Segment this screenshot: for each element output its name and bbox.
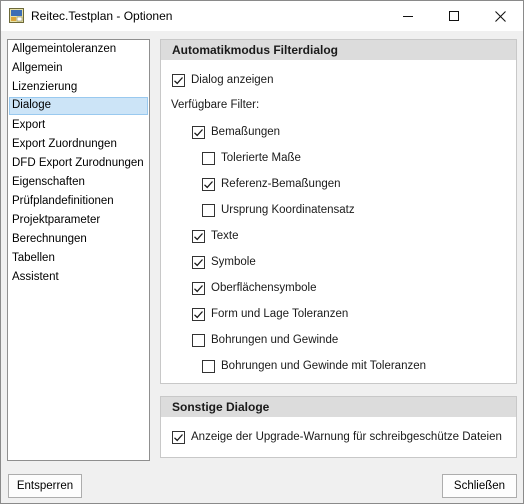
filter-dialog-group-title: Automatikmodus Filterdialog	[161, 40, 516, 60]
checkmark-icon	[204, 180, 213, 188]
sidebar-item-export-zuordnungen[interactable]: Export Zuordnungen	[9, 136, 148, 154]
checkbox-box[interactable]	[192, 125, 205, 139]
filter-label: Bohrungen und Gewinde mit Toleranzen	[221, 360, 427, 372]
sidebar-item-assistent[interactable]: Assistent	[9, 269, 148, 287]
filter-label: Bohrungen und Gewinde	[211, 334, 339, 346]
checkbox-box[interactable]	[202, 203, 215, 217]
filter-checkbox-form-lage-toleranzen[interactable]: Form und Lage Toleranzen	[192, 306, 348, 322]
filter-label: Symbole	[211, 256, 256, 268]
checkmark-icon	[194, 128, 203, 136]
filter-checkbox-bohrungen-gewinde[interactable]: Bohrungen und Gewinde	[192, 332, 338, 348]
sidebar-item-lizenzierung[interactable]: Lizenzierung	[9, 79, 148, 97]
checkbox-box[interactable]	[192, 333, 205, 347]
filter-dialog-group: Automatikmodus Filterdialog Dialog anzei…	[160, 39, 517, 384]
show-dialog-label: Dialog anzeigen	[191, 74, 274, 86]
filter-label: Bemaßungen	[211, 126, 281, 138]
close-icon	[494, 10, 506, 22]
filter-checkbox-ursprung-koordinatensatz[interactable]: Ursprung Koordinatensatz	[202, 202, 355, 218]
maximize-button[interactable]	[431, 1, 477, 31]
sidebar-item-tabellen[interactable]: Tabellen	[9, 250, 148, 268]
filter-label: Texte	[211, 230, 239, 242]
maximize-icon	[449, 11, 459, 21]
checkbox-box[interactable]	[192, 229, 205, 243]
other-dialogs-group-title: Sonstige Dialoge	[161, 397, 516, 417]
sidebar-item-projektparameter[interactable]: Projektparameter	[9, 212, 148, 230]
sidebar-item-berechnungen[interactable]: Berechnungen	[9, 231, 148, 249]
close-window-button[interactable]	[477, 1, 523, 31]
checkmark-icon	[194, 310, 203, 318]
checkbox-box[interactable]	[192, 255, 205, 269]
sidebar-item-dfd-export[interactable]: DFD Export Zurodnungen	[9, 155, 148, 173]
upgrade-warning-label: Anzeige der Upgrade-Warnung für schreibg…	[191, 431, 502, 443]
sidebar-item-export[interactable]: Export	[9, 117, 148, 135]
filter-label: Ursprung Koordinatensatz	[221, 204, 355, 216]
checkbox-box[interactable]	[192, 281, 205, 295]
filter-label: Oberflächensymbole	[211, 282, 317, 294]
filter-checkbox-bemassungen[interactable]: Bemaßungen	[192, 124, 280, 140]
filter-checkbox-texte[interactable]: Texte	[192, 228, 239, 244]
checkmark-icon	[174, 76, 183, 84]
checkbox-box[interactable]	[192, 307, 205, 321]
filter-checkbox-oberflaechensymbole[interactable]: Oberflächensymbole	[192, 280, 316, 296]
checkmark-icon	[174, 433, 183, 441]
checkmark-icon	[194, 258, 203, 266]
checkbox-box[interactable]	[202, 177, 215, 191]
filter-checkbox-symbole[interactable]: Symbole	[192, 254, 256, 270]
checkmark-icon	[194, 284, 203, 292]
available-filters-label: Verfügbare Filter:	[171, 99, 260, 111]
close-button[interactable]: Schließen	[442, 474, 517, 498]
category-list[interactable]: Allgemeintoleranzen Allgemein Lizenzieru…	[7, 39, 150, 461]
other-dialogs-group: Sonstige Dialoge Anzeige der Upgrade-War…	[160, 396, 517, 458]
filter-label: Tolerierte Maße	[221, 152, 301, 164]
filter-checkbox-bohrungen-gewinde-toleranzen[interactable]: Bohrungen und Gewinde mit Toleranzen	[202, 358, 426, 374]
filter-label: Referenz-Bemaßungen	[221, 178, 341, 190]
sidebar-item-eigenschaften[interactable]: Eigenschaften	[9, 174, 148, 192]
filter-checkbox-referenz-bemassungen[interactable]: Referenz-Bemaßungen	[202, 176, 341, 192]
checkbox-box[interactable]	[202, 151, 215, 165]
app-icon	[9, 8, 24, 23]
show-dialog-checkbox[interactable]: Dialog anzeigen	[172, 72, 273, 88]
checkmark-icon	[194, 232, 203, 240]
title-bar[interactable]: Reitec.Testplan - Optionen	[1, 1, 523, 31]
sidebar-item-dialoge[interactable]: Dialoge	[9, 97, 148, 115]
sidebar-item-pruefplandefinitionen[interactable]: Prüfplandefinitionen	[9, 193, 148, 211]
sidebar-item-allgemein[interactable]: Allgemein	[9, 60, 148, 78]
window-title: Reitec.Testplan - Optionen	[31, 9, 173, 23]
checkbox-box[interactable]	[172, 73, 185, 87]
filter-label: Form und Lage Toleranzen	[211, 308, 349, 320]
upgrade-warning-checkbox[interactable]: Anzeige der Upgrade-Warnung für schreibg…	[172, 429, 502, 445]
checkbox-box[interactable]	[202, 359, 215, 373]
minimize-button[interactable]	[385, 1, 431, 31]
checkbox-box[interactable]	[172, 430, 185, 444]
unlock-button[interactable]: Entsperren	[8, 474, 82, 498]
sidebar-item-allgemeintoleranzen[interactable]: Allgemeintoleranzen	[9, 41, 148, 59]
minimize-icon	[403, 16, 413, 17]
filter-checkbox-tolerierte-masse[interactable]: Tolerierte Maße	[202, 150, 301, 166]
options-window: Reitec.Testplan - Optionen Allgemeintole…	[0, 0, 524, 504]
